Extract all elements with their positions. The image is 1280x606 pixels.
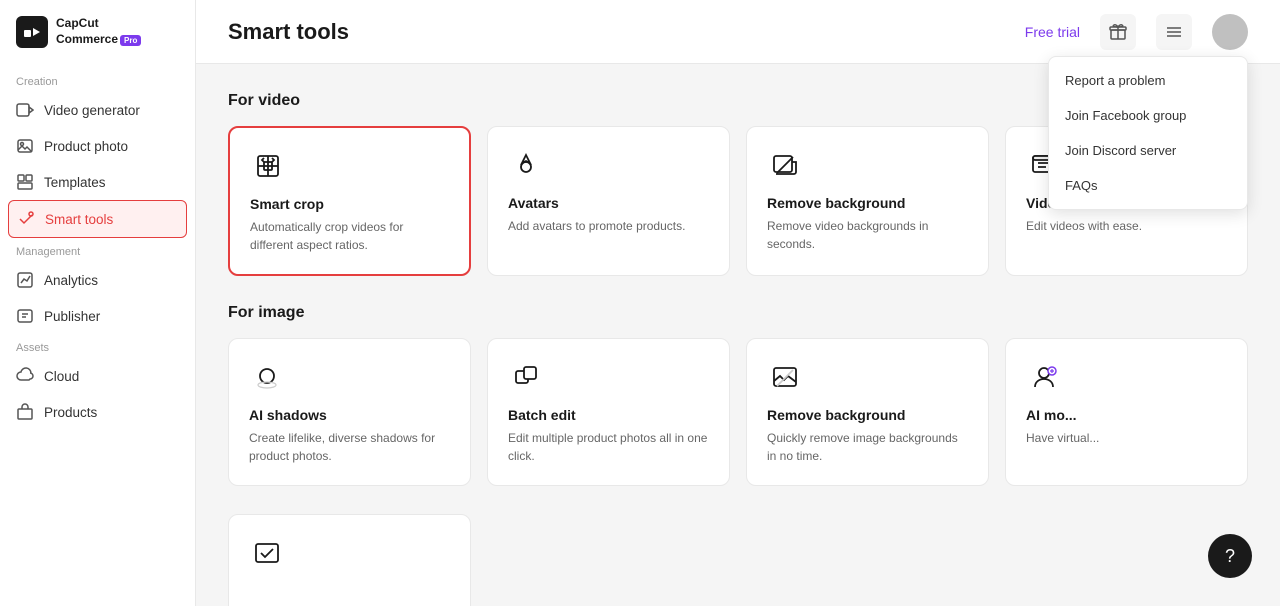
gift-icon-button[interactable]: [1100, 14, 1136, 50]
ai-model-title: AI mo...: [1026, 407, 1227, 423]
remove-bg-image-icon: [767, 359, 803, 395]
remove-bg-image-desc: Quickly remove image backgrounds in no t…: [767, 429, 968, 465]
cloud-icon: [16, 367, 34, 385]
video-generator-icon: [16, 101, 34, 119]
sidebar-item-smart-tools[interactable]: Smart tools: [8, 200, 187, 238]
ai-model-icon: [1026, 359, 1062, 395]
analytics-icon: [16, 271, 34, 289]
sidebar-item-label: Products: [44, 405, 97, 420]
dropdown-item-report[interactable]: Report a problem: [1049, 63, 1247, 98]
smart-crop-icon: [250, 148, 286, 184]
creation-section-label: Creation: [0, 68, 195, 92]
remove-bg-video-desc: Remove video backgrounds in seconds.: [767, 217, 968, 253]
sidebar: CapCutCommercePro Creation Video generat…: [0, 0, 196, 606]
sidebar-item-label: Analytics: [44, 273, 98, 288]
for-image-section-title: For image: [228, 304, 1248, 322]
ai-model-desc: Have virtual...: [1026, 429, 1227, 447]
sidebar-item-products[interactable]: Products: [0, 394, 195, 430]
page-title: Smart tools: [228, 19, 349, 45]
batch-edit-card[interactable]: Batch edit Edit multiple product photos …: [487, 338, 730, 486]
product-photo-icon: [16, 137, 34, 155]
smart-crop-desc: Automatically crop videos for different …: [250, 218, 449, 254]
bottom-card-1[interactable]: [228, 514, 471, 606]
capcut-logo-icon: [16, 16, 48, 48]
management-section-label: Management: [0, 238, 195, 262]
smart-crop-card[interactable]: Smart crop Automatically crop videos for…: [228, 126, 471, 276]
dropdown-item-facebook[interactable]: Join Facebook group: [1049, 98, 1247, 133]
batch-edit-icon: [508, 359, 544, 395]
pro-badge: Pro: [120, 35, 141, 46]
avatars-desc: Add avatars to promote products.: [508, 217, 709, 235]
sidebar-item-product-photo[interactable]: Product photo: [0, 128, 195, 164]
avatars-icon: [508, 147, 544, 183]
user-avatar[interactable]: [1212, 14, 1248, 50]
sidebar-item-label: Cloud: [44, 369, 79, 384]
menu-icon: [1165, 23, 1183, 41]
header: Smart tools Free trial: [196, 0, 1280, 64]
templates-icon: [16, 173, 34, 191]
sidebar-item-publisher[interactable]: Publisher: [0, 298, 195, 334]
avatars-card[interactable]: Avatars Add avatars to promote products.: [487, 126, 730, 276]
remove-bg-video-icon: [767, 147, 803, 183]
products-icon: [16, 403, 34, 421]
gift-icon: [1109, 23, 1127, 41]
free-trial-link[interactable]: Free trial: [1025, 24, 1080, 40]
video-editor-desc: Edit videos with ease.: [1026, 217, 1227, 235]
remove-bg-image-title: Remove background: [767, 407, 968, 423]
batch-edit-desc: Edit multiple product photos all in one …: [508, 429, 709, 465]
ai-shadows-icon: [249, 359, 285, 395]
dropdown-menu: Report a problem Join Facebook group Joi…: [1048, 56, 1248, 210]
header-actions: Free trial: [1025, 14, 1248, 50]
for-image-cards-grid: AI shadows Create lifelike, diverse shad…: [228, 338, 1248, 486]
sidebar-item-label: Smart tools: [45, 212, 113, 227]
avatars-title: Avatars: [508, 195, 709, 211]
remove-bg-image-card[interactable]: Remove background Quickly remove image b…: [746, 338, 989, 486]
bottom-cards-grid: [228, 514, 1248, 606]
smart-crop-title: Smart crop: [250, 196, 449, 212]
logo: CapCutCommercePro: [0, 16, 195, 68]
logo-text: CapCutCommercePro: [56, 16, 141, 47]
bottom-card-icon: [249, 535, 285, 571]
dropdown-item-faqs[interactable]: FAQs: [1049, 168, 1247, 203]
sidebar-item-label: Templates: [44, 175, 106, 190]
sidebar-item-label: Publisher: [44, 309, 100, 324]
ai-shadows-title: AI shadows: [249, 407, 450, 423]
ai-shadows-desc: Create lifelike, diverse shadows for pro…: [249, 429, 450, 465]
remove-bg-video-title: Remove background: [767, 195, 968, 211]
sidebar-item-video-generator[interactable]: Video generator: [0, 92, 195, 128]
ai-shadows-card[interactable]: AI shadows Create lifelike, diverse shad…: [228, 338, 471, 486]
sidebar-item-templates[interactable]: Templates: [0, 164, 195, 200]
help-icon: ?: [1225, 546, 1235, 567]
sidebar-item-label: Video generator: [44, 103, 140, 118]
publisher-icon: [16, 307, 34, 325]
sidebar-item-cloud[interactable]: Cloud: [0, 358, 195, 394]
menu-icon-button[interactable]: [1156, 14, 1192, 50]
dropdown-item-discord[interactable]: Join Discord server: [1049, 133, 1247, 168]
sidebar-item-analytics[interactable]: Analytics: [0, 262, 195, 298]
help-button[interactable]: ?: [1208, 534, 1252, 578]
batch-edit-title: Batch edit: [508, 407, 709, 423]
sidebar-item-label: Product photo: [44, 139, 128, 154]
remove-bg-video-card[interactable]: Remove background Remove video backgroun…: [746, 126, 989, 276]
smart-tools-icon: [17, 210, 35, 228]
ai-model-card[interactable]: AI mo... Have virtual...: [1005, 338, 1248, 486]
assets-section-label: Assets: [0, 334, 195, 358]
